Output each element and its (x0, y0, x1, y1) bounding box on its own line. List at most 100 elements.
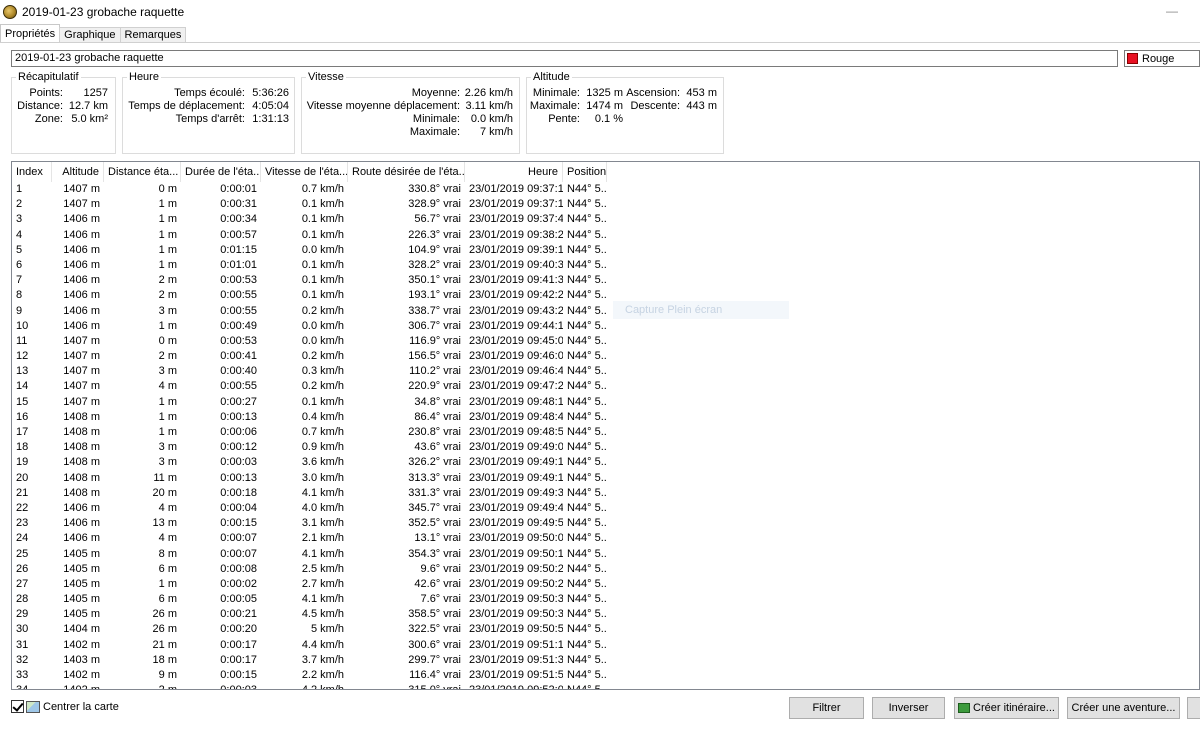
table-row[interactable]: 21 1408 m 20 m 0:00:18 4.1 km/h 331.3° vrai 23… (12, 486, 607, 501)
tab-notes[interactable]: Remarques (119, 27, 187, 43)
table-row[interactable]: 13 1407 m 3 m 0:00:40 0.3 km/h 110.2° vrai 23/… (12, 364, 607, 379)
table-row[interactable]: 6 1406 m 1 m 0:01:01 0.1 km/h 328.2° vrai 23/0… (12, 258, 607, 273)
cell-distance: 4 m (158, 532, 177, 545)
cell-altitude: 1405 m (63, 562, 100, 575)
table-row[interactable]: 341402 m2 m0:00:034.2 km/h315.0° vrai23/… (12, 683, 607, 689)
table-row[interactable]: 5 1406 m 1 m 0:01:15 0.0 km/h 104.9° vrai 23/0… (12, 243, 607, 258)
track-name-input[interactable]: 2019-01-23 grobache raquette (11, 50, 1118, 67)
cell-course: 156.5° vrai (408, 350, 461, 363)
cell-speed: 4.1 km/h (301, 486, 344, 499)
table-row[interactable]: 10 1406 m 1 m 0:00:49 0.0 km/h 306.7° vrai 23/… (12, 319, 607, 334)
cell-speed: 2.1 km/h (301, 532, 344, 545)
cell-speed: 0.2 km/h (301, 380, 344, 393)
col-time[interactable]: Heure (465, 162, 563, 182)
moving-avg-speed-label: Vitesse moyenne déplacement: (306, 100, 460, 112)
center-map-checkbox[interactable]: Centrer la carte (11, 700, 119, 713)
col-position[interactable]: Position (563, 162, 607, 182)
cell-speed: 0.1 km/h (301, 258, 344, 271)
cell-time: 23/01/2019 09:49:48 (469, 501, 563, 514)
cell-course: 358.5° vrai (408, 608, 461, 621)
cell-course: 300.6° vrai (408, 638, 461, 651)
cell-index: 1 (16, 183, 23, 195)
col-leg-distance[interactable]: Distance éta... (104, 162, 181, 182)
elapsed-value: 5:36:26 (252, 87, 289, 99)
min-speed-label: Minimale: (412, 113, 460, 125)
cell-altitude: 1406 m (63, 228, 100, 241)
cell-position: N44° 5... (567, 456, 607, 469)
table-row[interactable]: 25 1405 m 8 m 0:00:07 4.1 km/h 354.3° vrai 23/… (12, 547, 607, 562)
tab-properties[interactable]: Propriétés (0, 24, 61, 43)
table-row[interactable]: 30 1404 m 26 m 0:00:20 5 km/h 322.5° vrai 23/0… (12, 622, 607, 637)
table-row[interactable]: 26 1405 m 6 m 0:00:08 2.5 km/h 9.6° vrai 23/01… (12, 562, 607, 577)
table-row[interactable]: 33 1402 m 9 m 0:00:15 2.2 km/h 116.4° vrai 23/… (12, 668, 607, 683)
table-row[interactable]: 24 1406 m 4 m 0:00:07 2.1 km/h 13.1° vrai 23/0… (12, 531, 607, 546)
cell-distance: 2 m (158, 289, 177, 302)
table-row[interactable]: 31 1402 m 21 m 0:00:17 4.4 km/h 300.6° vrai 23… (12, 638, 607, 653)
cell-index: 34 (12, 683, 52, 689)
cell-course: 7.6° vrai (420, 593, 461, 606)
col-altitude[interactable]: Altitude (52, 162, 104, 182)
track-color-select[interactable]: Rouge (1124, 50, 1200, 67)
cell-index: 25 (16, 547, 29, 560)
table-row[interactable]: 17 1408 m 1 m 0:00:06 0.7 km/h 230.8° vrai 23/… (12, 425, 607, 440)
cell-course: 350.1° vrai (408, 274, 461, 287)
cell-position: N44° 5... (567, 562, 607, 575)
create-route-button[interactable]: Créer itinéraire... (954, 697, 1059, 719)
col-leg-course[interactable]: Route désirée de l'éta... (348, 162, 465, 182)
cell-distance: 1 m (158, 426, 177, 438)
table-row[interactable]: 19 1408 m 3 m 0:00:03 3.6 km/h 326.2° vrai 23/… (12, 455, 607, 470)
table-row[interactable]: 2 1407 m 1 m 0:00:31 0.1 km/h 328.9° vrai 23/0… (12, 197, 607, 212)
cell-index: 8 (16, 289, 23, 302)
cell-distance: 2 m (104, 683, 181, 689)
cell-speed: 4.2 km/h (261, 683, 348, 689)
cell-time: 23/01/2019 09:37:17 (469, 198, 563, 211)
cell-position: N44° 5... (567, 608, 607, 621)
col-leg-duration[interactable]: Durée de l'éta... (181, 162, 261, 182)
cell-time: 23/01/2019 09:41:35 (469, 274, 563, 287)
checkbox-checked-icon[interactable] (11, 700, 24, 713)
table-row[interactable]: 16 1408 m 1 m 0:00:13 0.4 km/h 86.4° vrai 23/0… (12, 410, 607, 425)
distance-value: 12.7 km (68, 100, 108, 112)
cell-position: N44° 5... (567, 274, 607, 287)
cell-speed: 3.6 km/h (301, 456, 344, 469)
table-row[interactable]: 32 1403 m 18 m 0:00:17 3.7 km/h 299.7° vrai 23… (12, 653, 607, 668)
table-row[interactable]: 7 1406 m 2 m 0:00:53 0.1 km/h 350.1° vrai 23/0… (12, 273, 607, 288)
table-row[interactable]: 22 1406 m 4 m 0:00:04 4.0 km/h 345.7° vrai 23/… (12, 501, 607, 516)
cell-course: 9.6° vrai (420, 562, 461, 575)
table-row[interactable]: 29 1405 m 26 m 0:00:21 4.5 km/h 358.5° vrai 23… (12, 607, 607, 622)
cell-speed: 0.1 km/h (301, 198, 344, 211)
cell-distance: 1 m (158, 258, 177, 271)
table-row[interactable]: 18 1408 m 3 m 0:00:12 0.9 km/h 43.6° vrai 23/0… (12, 440, 607, 455)
cell-position: N44° 5... (567, 638, 607, 651)
cell-altitude: 1407 m (63, 183, 100, 195)
table-row[interactable]: 8 1406 m 2 m 0:00:55 0.1 km/h 193.1° vrai 23/0… (12, 288, 607, 303)
cell-position: N44° 5... (567, 517, 607, 530)
table-row[interactable]: 1 1407 m 0 m 0:00:01 0.7 km/h 330.8° vrai 23/0… (12, 182, 607, 197)
tab-graph[interactable]: Graphique (59, 27, 121, 43)
table-row[interactable]: 27 1405 m 1 m 0:00:02 2.7 km/h 42.6° vrai 23/0… (12, 577, 607, 592)
cell-duration: 0:00:49 (220, 319, 257, 332)
create-route-label: Créer itinéraire... (973, 702, 1055, 714)
filter-button[interactable]: Filtrer (789, 697, 864, 719)
col-leg-speed[interactable]: Vitesse de l'éta... (261, 162, 348, 182)
trackpoints-table[interactable]: Index Altitude Distance éta... Durée de … (11, 161, 1200, 690)
table-row[interactable]: 15 1407 m 1 m 0:00:27 0.1 km/h 34.8° vrai 23/0… (12, 395, 607, 410)
create-adventure-button[interactable]: Créer une aventure... (1067, 697, 1180, 719)
table-row[interactable]: 9 1406 m 3 m 0:00:55 0.2 km/h 338.7° vrai 23/0… (12, 304, 607, 319)
table-row[interactable]: 3 1406 m 1 m 0:00:34 0.1 km/h 56.7° vrai 23/01… (12, 212, 607, 227)
partial-edge-button[interactable] (1187, 697, 1200, 719)
close-icon[interactable]: — (1166, 4, 1178, 18)
invert-button[interactable]: Inverser (872, 697, 945, 719)
table-row[interactable]: 4 1406 m 1 m 0:00:57 0.1 km/h 226.3° vrai 23/0… (12, 228, 607, 243)
cell-course: 193.1° vrai (408, 289, 461, 302)
table-row[interactable]: 12 1407 m 2 m 0:00:41 0.2 km/h 156.5° vrai 23/… (12, 349, 607, 364)
table-row[interactable]: 23 1406 m 13 m 0:00:15 3.1 km/h 352.5° vrai 23… (12, 516, 607, 531)
table-row[interactable]: 11 1407 m 0 m 0:00:53 0.0 km/h 116.9° vrai 23/… (12, 334, 607, 349)
table-row[interactable]: 28 1405 m 6 m 0:00:05 4.1 km/h 7.6° vrai 23/01… (12, 592, 607, 607)
cell-time: 23/01/2019 09:46:41 (469, 365, 563, 378)
table-row[interactable]: 20 1408 m 11 m 0:00:13 3.0 km/h 313.3° vrai 23… (12, 471, 607, 486)
table-row[interactable]: 14 1407 m 4 m 0:00:55 0.2 km/h 220.9° vrai 23/… (12, 379, 607, 394)
cell-duration: 0:00:41 (220, 350, 257, 363)
slope-value: 0.1 % (594, 113, 623, 125)
col-index[interactable]: Index (12, 162, 52, 182)
